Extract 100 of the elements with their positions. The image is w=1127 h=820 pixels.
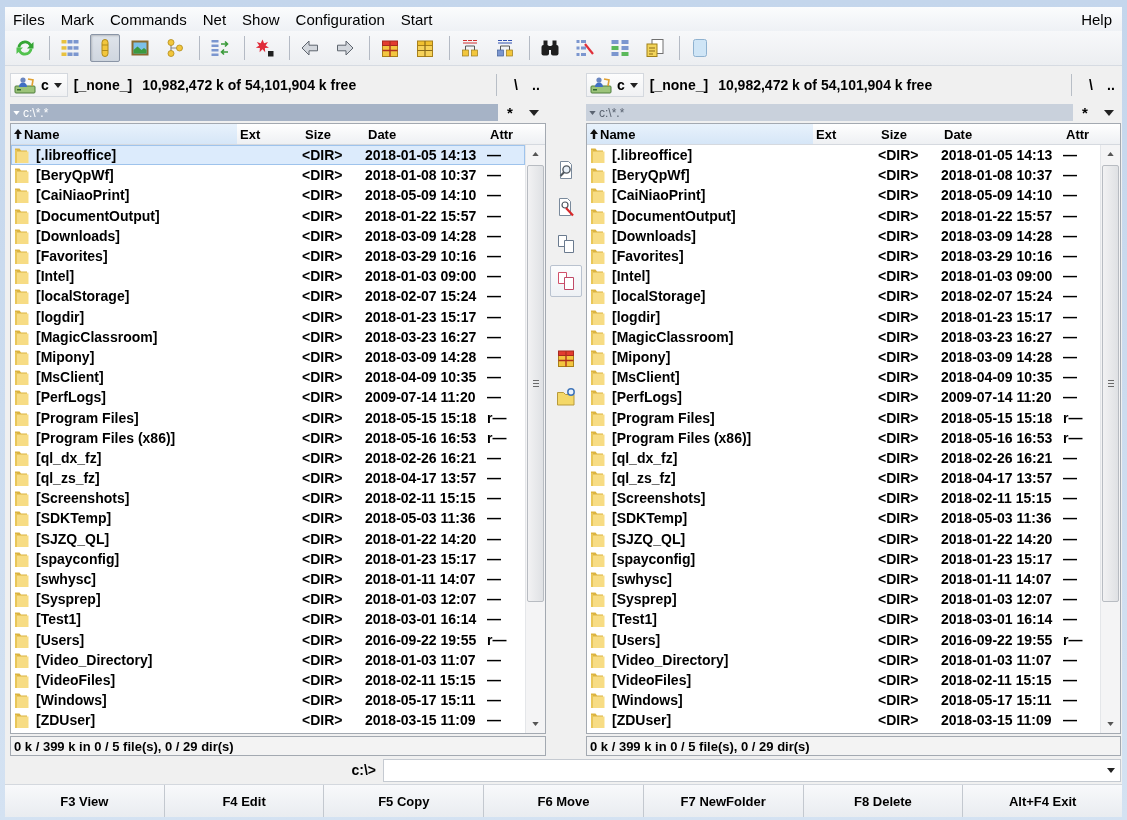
file-row[interactable]: [CaiNiaoPrint] <DIR> 2018-05-09 14:10 — [11, 185, 525, 206]
file-row[interactable]: [Screenshots] <DIR> 2018-02-11 15:15 — [587, 488, 1100, 509]
menu-item[interactable]: Start [392, 9, 441, 29]
column-header[interactable]: Name [587, 124, 813, 144]
column-header[interactable]: Name [11, 124, 237, 144]
caret-icon[interactable] [1107, 767, 1115, 773]
scrollbar[interactable] [525, 145, 545, 733]
file-row[interactable]: [Favorites] <DIR> 2018-03-29 10:16 — [11, 245, 525, 267]
scroll-up-arrow-icon[interactable] [1107, 152, 1114, 156]
scroll-down-arrow-icon[interactable] [1107, 722, 1114, 726]
file-row[interactable]: [PerfLogs] <DIR> 2009-07-14 11:20 — [587, 387, 1100, 408]
menu-item[interactable]: Net [194, 9, 235, 29]
file-row[interactable]: [MagicClassroom] <DIR> 2018-03-23 16:27 — [11, 326, 525, 347]
menu-item[interactable]: Configuration [287, 9, 393, 29]
file-row[interactable]: [Downloads] <DIR> 2018-03-09 14:28 — [11, 225, 525, 246]
path-bar[interactable]: c:\*.* [586, 104, 1073, 121]
file-row[interactable]: [VideoFiles] <DIR> 2018-02-11 15:15 — [587, 669, 1100, 691]
file-row[interactable]: [Sysprep] <DIR> 2018-01-03 12:07 — [587, 589, 1100, 610]
file-row[interactable]: [Program Files (x86)] <DIR> 2018-05-16 16:53 r— [11, 427, 525, 448]
parent-shortcut[interactable]: .. [526, 77, 546, 93]
file-row[interactable]: [SDKTemp] <DIR> 2018-05-03 11:36 — [11, 508, 525, 529]
file-row[interactable]: [MsClient] <DIR> 2018-04-09 10:35 — [11, 367, 525, 388]
caret-icon[interactable] [529, 109, 539, 116]
function-key-button[interactable]: F5 Copy [323, 785, 484, 817]
file-row[interactable]: [Windows] <DIR> 2018-05-17 15:11 — [587, 690, 1100, 711]
menu-item[interactable]: Show [234, 9, 288, 29]
column-header[interactable]: Attr [1063, 124, 1120, 144]
file-row[interactable]: [SJZQ_QL] <DIR> 2018-01-22 14:20 — [587, 528, 1100, 549]
file-row[interactable]: [Video_Directory] <DIR> 2018-01-03 11:07 — [11, 649, 525, 670]
file-row[interactable]: [localStorage] <DIR> 2018-02-07 15:24 — [11, 286, 525, 307]
file-row[interactable]: [CaiNiaoPrint] <DIR> 2018-05-09 14:10 — [587, 185, 1100, 206]
file-row[interactable]: [Test1] <DIR> 2018-03-01 16:14 — [11, 609, 525, 630]
column-header[interactable]: Ext [237, 124, 302, 144]
file-row[interactable]: [ZDUser] <DIR> 2018-03-15 11:09 — [11, 710, 525, 731]
file-row[interactable]: [MsClient] <DIR> 2018-04-09 10:35 — [587, 367, 1100, 388]
command-line-field[interactable] [383, 758, 1121, 782]
file-row[interactable]: [ql_dx_fz] <DIR> 2018-02-26 16:21 — [587, 447, 1100, 468]
scrollbar[interactable] [1100, 145, 1120, 733]
file-row[interactable]: [Users] <DIR> 2016-09-22 19:55 r— [11, 629, 525, 650]
file-row[interactable]: [Downloads] <DIR> 2018-03-09 14:28 — [587, 225, 1100, 246]
file-row[interactable]: [SJZQ_QL] <DIR> 2018-01-22 14:20 — [11, 528, 525, 549]
function-key-button[interactable]: F3 View [5, 785, 164, 817]
root-shortcut[interactable]: \ [506, 77, 526, 93]
scroll-down-arrow-icon[interactable] [532, 722, 539, 726]
file-row[interactable]: [DocumentOutput] <DIR> 2018-01-22 15:57 — [587, 205, 1100, 226]
file-row[interactable]: [logdir] <DIR> 2018-01-23 15:17 — [587, 306, 1100, 327]
file-row[interactable]: [Windows] <DIR> 2018-05-17 15:11 — [11, 690, 525, 711]
file-row[interactable]: [Users] <DIR> 2016-09-22 19:55 r— [587, 629, 1100, 650]
file-row[interactable]: [Program Files] <DIR> 2018-05-15 15:18 r— [11, 407, 525, 428]
menu-item[interactable]: Help [1073, 9, 1120, 29]
file-row[interactable]: [Mipony] <DIR> 2018-03-09 14:28 — [11, 346, 525, 368]
file-row[interactable]: [.libreoffice] <DIR> 2018-01-05 14:13 — [11, 145, 525, 166]
scrollbar-thumb[interactable] [527, 165, 544, 602]
parent-shortcut[interactable]: .. [1101, 77, 1121, 93]
file-row[interactable]: [Program Files (x86)] <DIR> 2018-05-16 16:53 r— [587, 427, 1100, 448]
file-row[interactable]: [Video_Directory] <DIR> 2018-01-03 11:07 — [587, 649, 1100, 670]
column-header[interactable]: Ext [813, 124, 878, 144]
file-row[interactable]: [Screenshots] <DIR> 2018-02-11 15:15 — [11, 488, 525, 509]
file-row[interactable]: [ql_dx_fz] <DIR> 2018-02-26 16:21 — [11, 447, 525, 468]
file-row[interactable]: [ZDUser] <DIR> 2018-03-15 11:09 — [587, 710, 1100, 731]
file-row[interactable]: [spayconfig] <DIR> 2018-01-23 15:17 — [11, 548, 525, 569]
column-header[interactable]: Size [878, 124, 941, 144]
column-header[interactable]: Attr [487, 124, 545, 144]
scrollbar-thumb[interactable] [1102, 165, 1119, 602]
column-header[interactable]: Size [302, 124, 365, 144]
caret-icon[interactable] [1104, 109, 1114, 116]
function-key-button[interactable]: F4 Edit [163, 785, 324, 817]
drive-dropdown[interactable]: c [10, 73, 68, 97]
file-row[interactable]: [Favorites] <DIR> 2018-03-29 10:16 — [587, 245, 1100, 267]
file-row[interactable]: [Intel] <DIR> 2018-01-03 09:00 — [587, 266, 1100, 287]
file-row[interactable]: [Intel] <DIR> 2018-01-03 09:00 — [11, 266, 525, 287]
file-row[interactable]: [ql_zs_fz] <DIR> 2018-04-17 13:57 — [11, 468, 525, 489]
file-row[interactable]: [PerfLogs] <DIR> 2009-07-14 11:20 — [11, 387, 525, 408]
menu-item[interactable]: Mark [52, 9, 102, 29]
file-row[interactable]: [Test1] <DIR> 2018-03-01 16:14 — [587, 609, 1100, 630]
function-key-button[interactable]: Alt+F4 Exit [962, 785, 1123, 817]
file-row[interactable]: [BeryQpWf] <DIR> 2018-01-08 10:37 — [587, 165, 1100, 186]
file-row[interactable]: [swhysc] <DIR> 2018-01-11 14:07 — [587, 568, 1100, 590]
file-row[interactable]: [localStorage] <DIR> 2018-02-07 15:24 — [587, 286, 1100, 307]
file-row[interactable]: [MagicClassroom] <DIR> 2018-03-23 16:27 — [587, 326, 1100, 347]
function-key-button[interactable]: F6 Move [483, 785, 643, 817]
file-row[interactable]: [swhysc] <DIR> 2018-01-11 14:07 — [11, 568, 525, 590]
file-row[interactable]: [Mipony] <DIR> 2018-03-09 14:28 — [587, 346, 1100, 368]
file-row[interactable]: [ql_zs_fz] <DIR> 2018-04-17 13:57 — [587, 468, 1100, 489]
file-row[interactable]: [Program Files] <DIR> 2018-05-15 15:18 r— [587, 407, 1100, 428]
drive-dropdown[interactable]: c [586, 73, 644, 97]
column-header[interactable]: Date [365, 124, 487, 144]
column-header[interactable]: Date [941, 124, 1063, 144]
scroll-up-arrow-icon[interactable] [532, 152, 539, 156]
function-key-button[interactable]: F8 Delete [802, 785, 963, 817]
file-row[interactable]: [Sysprep] <DIR> 2018-01-03 12:07 — [11, 589, 525, 610]
hotlist-shortcut[interactable]: * [1073, 104, 1097, 121]
file-row[interactable]: [VideoFiles] <DIR> 2018-02-11 15:15 — [11, 669, 525, 691]
menu-item[interactable]: Commands [102, 9, 195, 29]
file-row[interactable]: [DocumentOutput] <DIR> 2018-01-22 15:57 — [11, 205, 525, 226]
file-row[interactable]: [.libreoffice] <DIR> 2018-01-05 14:13 — [587, 145, 1100, 166]
hotlist-shortcut[interactable]: * [498, 104, 522, 121]
menu-item[interactable]: Files [5, 9, 53, 29]
file-row[interactable]: [BeryQpWf] <DIR> 2018-01-08 10:37 — [11, 165, 525, 186]
root-shortcut[interactable]: \ [1081, 77, 1101, 93]
